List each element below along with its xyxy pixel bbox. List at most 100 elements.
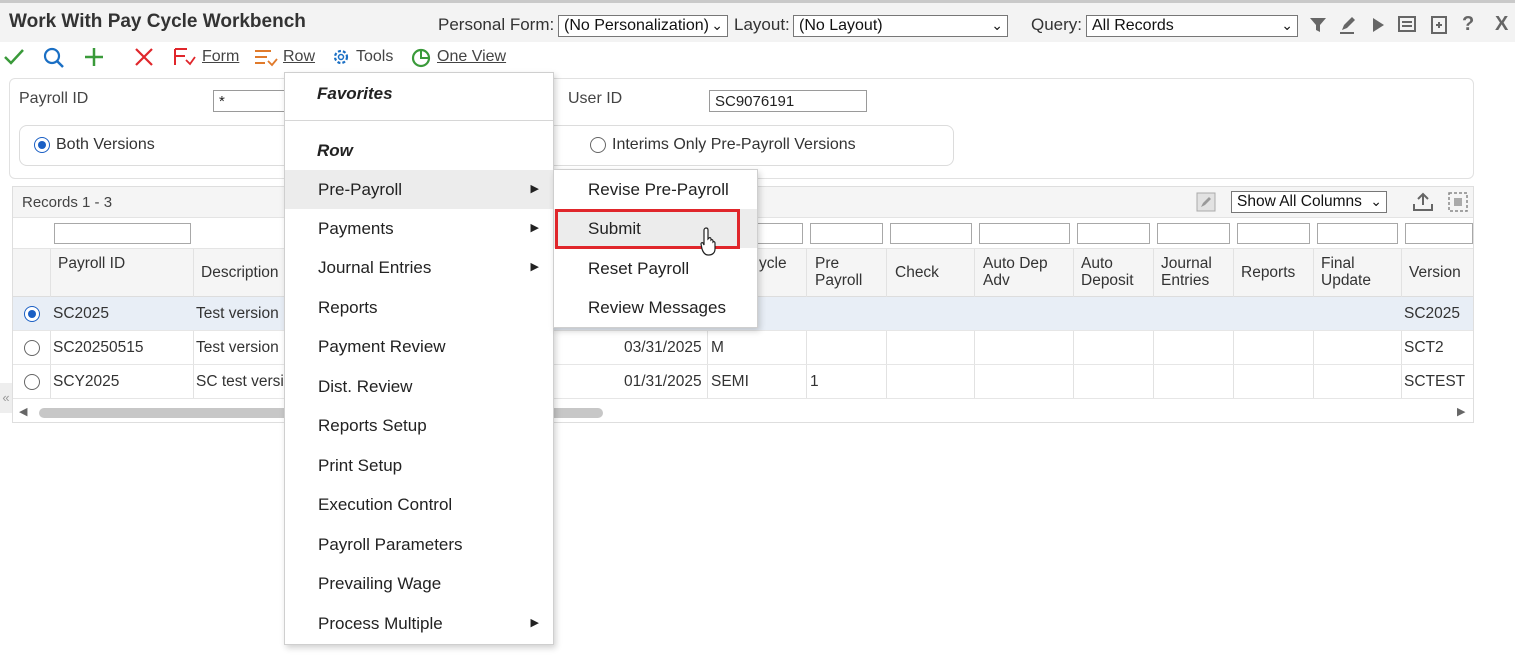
edit-pen-icon[interactable] — [1338, 15, 1358, 35]
interims-only-label: Interims Only Pre-Payroll Versions — [612, 136, 856, 153]
qbe-reports[interactable] — [1237, 223, 1310, 244]
show-columns-select[interactable]: Show All Columns ⌄ — [1231, 191, 1387, 213]
menu-item-print-setup[interactable]: Print Setup — [285, 446, 553, 485]
cell-date: 03/31/2025 — [624, 339, 702, 356]
row-select-radio[interactable] — [24, 306, 40, 322]
table-row[interactable]: SC20250515 Test version 03/31/2025 M SCT… — [13, 331, 1473, 365]
tools-menu-button[interactable]: Tools — [330, 46, 393, 68]
menu-item-process-multiple[interactable]: Process Multiple ▶ — [285, 604, 553, 643]
collapse-handle-icon[interactable]: « — [0, 383, 12, 413]
cell-description: Test version — [196, 305, 279, 322]
qbe-check[interactable] — [890, 223, 972, 244]
layout-label: Layout: — [734, 15, 790, 34]
chevron-down-icon: ⌄ — [711, 17, 723, 33]
scroll-left-icon[interactable]: ◀ — [19, 405, 27, 418]
col-cycle[interactable]: ycle — [759, 255, 787, 272]
qbe-version[interactable] — [1405, 223, 1473, 244]
close-icon[interactable]: X — [1495, 13, 1508, 36]
menu-item-execution-control[interactable]: Execution Control — [285, 485, 553, 524]
payroll-id-label: Payroll ID — [19, 90, 89, 107]
help-icon[interactable]: ? — [1462, 13, 1474, 36]
grid-edit-icon[interactable] — [1196, 192, 1216, 212]
submenu-arrow-icon: ▶ — [530, 222, 539, 234]
cell-version: SCT2 — [1404, 339, 1444, 356]
search-icon[interactable] — [43, 47, 65, 69]
show-columns-value: Show All Columns — [1237, 193, 1362, 210]
payroll-id-input[interactable]: * — [213, 90, 293, 112]
col-check[interactable]: Check — [895, 264, 939, 281]
qbe-pre-payroll[interactable] — [810, 223, 883, 244]
filter-icon[interactable] — [1308, 15, 1328, 35]
form-menu-button[interactable]: Form — [172, 46, 239, 68]
layout-value: (No Layout) — [799, 17, 883, 34]
menu-item-reports[interactable]: Reports — [285, 288, 553, 327]
submenu-item-review-messages[interactable]: Review Messages — [554, 288, 757, 327]
search-panel: Payroll ID * User ID SC9076191 Both Vers… — [9, 78, 1474, 179]
col-auto-dep-adv[interactable]: Auto Dep Adv — [983, 255, 1068, 289]
col-description[interactable]: Description — [201, 264, 279, 281]
user-id-input[interactable]: SC9076191 — [709, 90, 867, 112]
one-view-button[interactable]: One View — [409, 46, 506, 68]
query-select[interactable]: All Records ⌄ — [1086, 15, 1298, 37]
cell-cycle: M — [711, 339, 724, 356]
cell-version: SCTEST — [1404, 373, 1466, 390]
personal-form-select[interactable]: (No Personalization) ⌄ — [558, 15, 728, 37]
notes-icon[interactable] — [1397, 15, 1417, 35]
qbe-auto-deposit[interactable] — [1077, 223, 1150, 244]
layout-select[interactable]: (No Layout) ⌄ — [793, 15, 1008, 37]
menu-item-pre-payroll[interactable]: Pre-Payroll ▶ — [285, 170, 553, 209]
cell-description: SC test versio — [196, 373, 293, 390]
menu-item-label: Payments — [318, 219, 394, 238]
row-select-radio[interactable] — [24, 374, 40, 390]
table-row[interactable]: SCY2025 SC test versio 01/31/2025 SEMI 1… — [13, 365, 1473, 399]
personal-form-value: (No Personalization) — [564, 17, 709, 34]
menu-item-label: Journal Entries — [318, 258, 432, 277]
hand-cursor-icon — [700, 227, 716, 256]
col-payroll-id[interactable]: Payroll ID — [58, 255, 138, 272]
chevron-down-icon: ⌄ — [1370, 193, 1382, 209]
qbe-payroll-id[interactable] — [54, 223, 191, 244]
col-version[interactable]: Version — [1409, 264, 1461, 281]
personal-form-label: Personal Form: — [438, 15, 555, 34]
query-label: Query: — [1031, 15, 1083, 34]
qbe-final-update[interactable] — [1317, 223, 1398, 244]
menu-item-payroll-parameters[interactable]: Payroll Parameters — [285, 525, 553, 564]
one-view-icon — [411, 48, 431, 68]
cell-description: Test version — [196, 339, 279, 356]
col-final-update[interactable]: Final Update — [1321, 255, 1386, 289]
ok-check-icon[interactable] — [3, 47, 25, 67]
col-pre-payroll[interactable]: Pre Payroll — [815, 255, 875, 289]
interims-only-radio[interactable] — [590, 137, 606, 153]
both-versions-radio[interactable] — [34, 137, 50, 153]
col-journal-entries[interactable]: Journal Entries — [1161, 255, 1226, 289]
menu-item-journal-entries[interactable]: Journal Entries ▶ — [285, 248, 553, 287]
cell-cycle: SEMI — [711, 373, 749, 390]
delete-icon[interactable] — [134, 47, 154, 67]
title-bar: Work With Pay Cycle Workbench Personal F… — [0, 0, 1515, 42]
menu-item-payments[interactable]: Payments ▶ — [285, 209, 553, 248]
qbe-auto-dep-adv[interactable] — [979, 223, 1070, 244]
qbe-journal-entries[interactable] — [1157, 223, 1230, 244]
horizontal-scrollbar[interactable]: ◀ ▶ — [13, 403, 1473, 421]
menu-item-payment-review[interactable]: Payment Review — [285, 327, 553, 366]
col-reports[interactable]: Reports — [1241, 264, 1295, 281]
menu-item-prevailing-wage[interactable]: Prevailing Wage — [285, 564, 553, 603]
menu-item-dist-review[interactable]: Dist. Review — [285, 367, 553, 406]
add-icon[interactable] — [83, 46, 105, 68]
row-select-radio[interactable] — [24, 340, 40, 356]
play-icon[interactable] — [1368, 15, 1388, 35]
maximize-grid-icon[interactable] — [1447, 191, 1469, 213]
one-view-label: One View — [437, 48, 507, 65]
menu-item-reports-setup[interactable]: Reports Setup — [285, 406, 553, 445]
col-auto-deposit[interactable]: Auto Deposit — [1081, 255, 1146, 289]
save-document-icon[interactable] — [1429, 15, 1449, 35]
cell-date: 01/31/2025 — [624, 373, 702, 390]
chevron-down-icon: ⌄ — [1281, 17, 1293, 33]
submenu-item-revise-pre-payroll[interactable]: Revise Pre-Payroll — [554, 170, 757, 209]
export-icon[interactable] — [1411, 191, 1435, 213]
scroll-right-icon[interactable]: ▶ — [1457, 405, 1465, 418]
row-menu-button[interactable]: Row — [253, 46, 315, 68]
menu-heading-row: Row — [317, 141, 353, 160]
submenu-item-reset-payroll[interactable]: Reset Payroll — [554, 249, 757, 288]
menu-heading-favorites[interactable]: Favorites — [317, 84, 393, 104]
